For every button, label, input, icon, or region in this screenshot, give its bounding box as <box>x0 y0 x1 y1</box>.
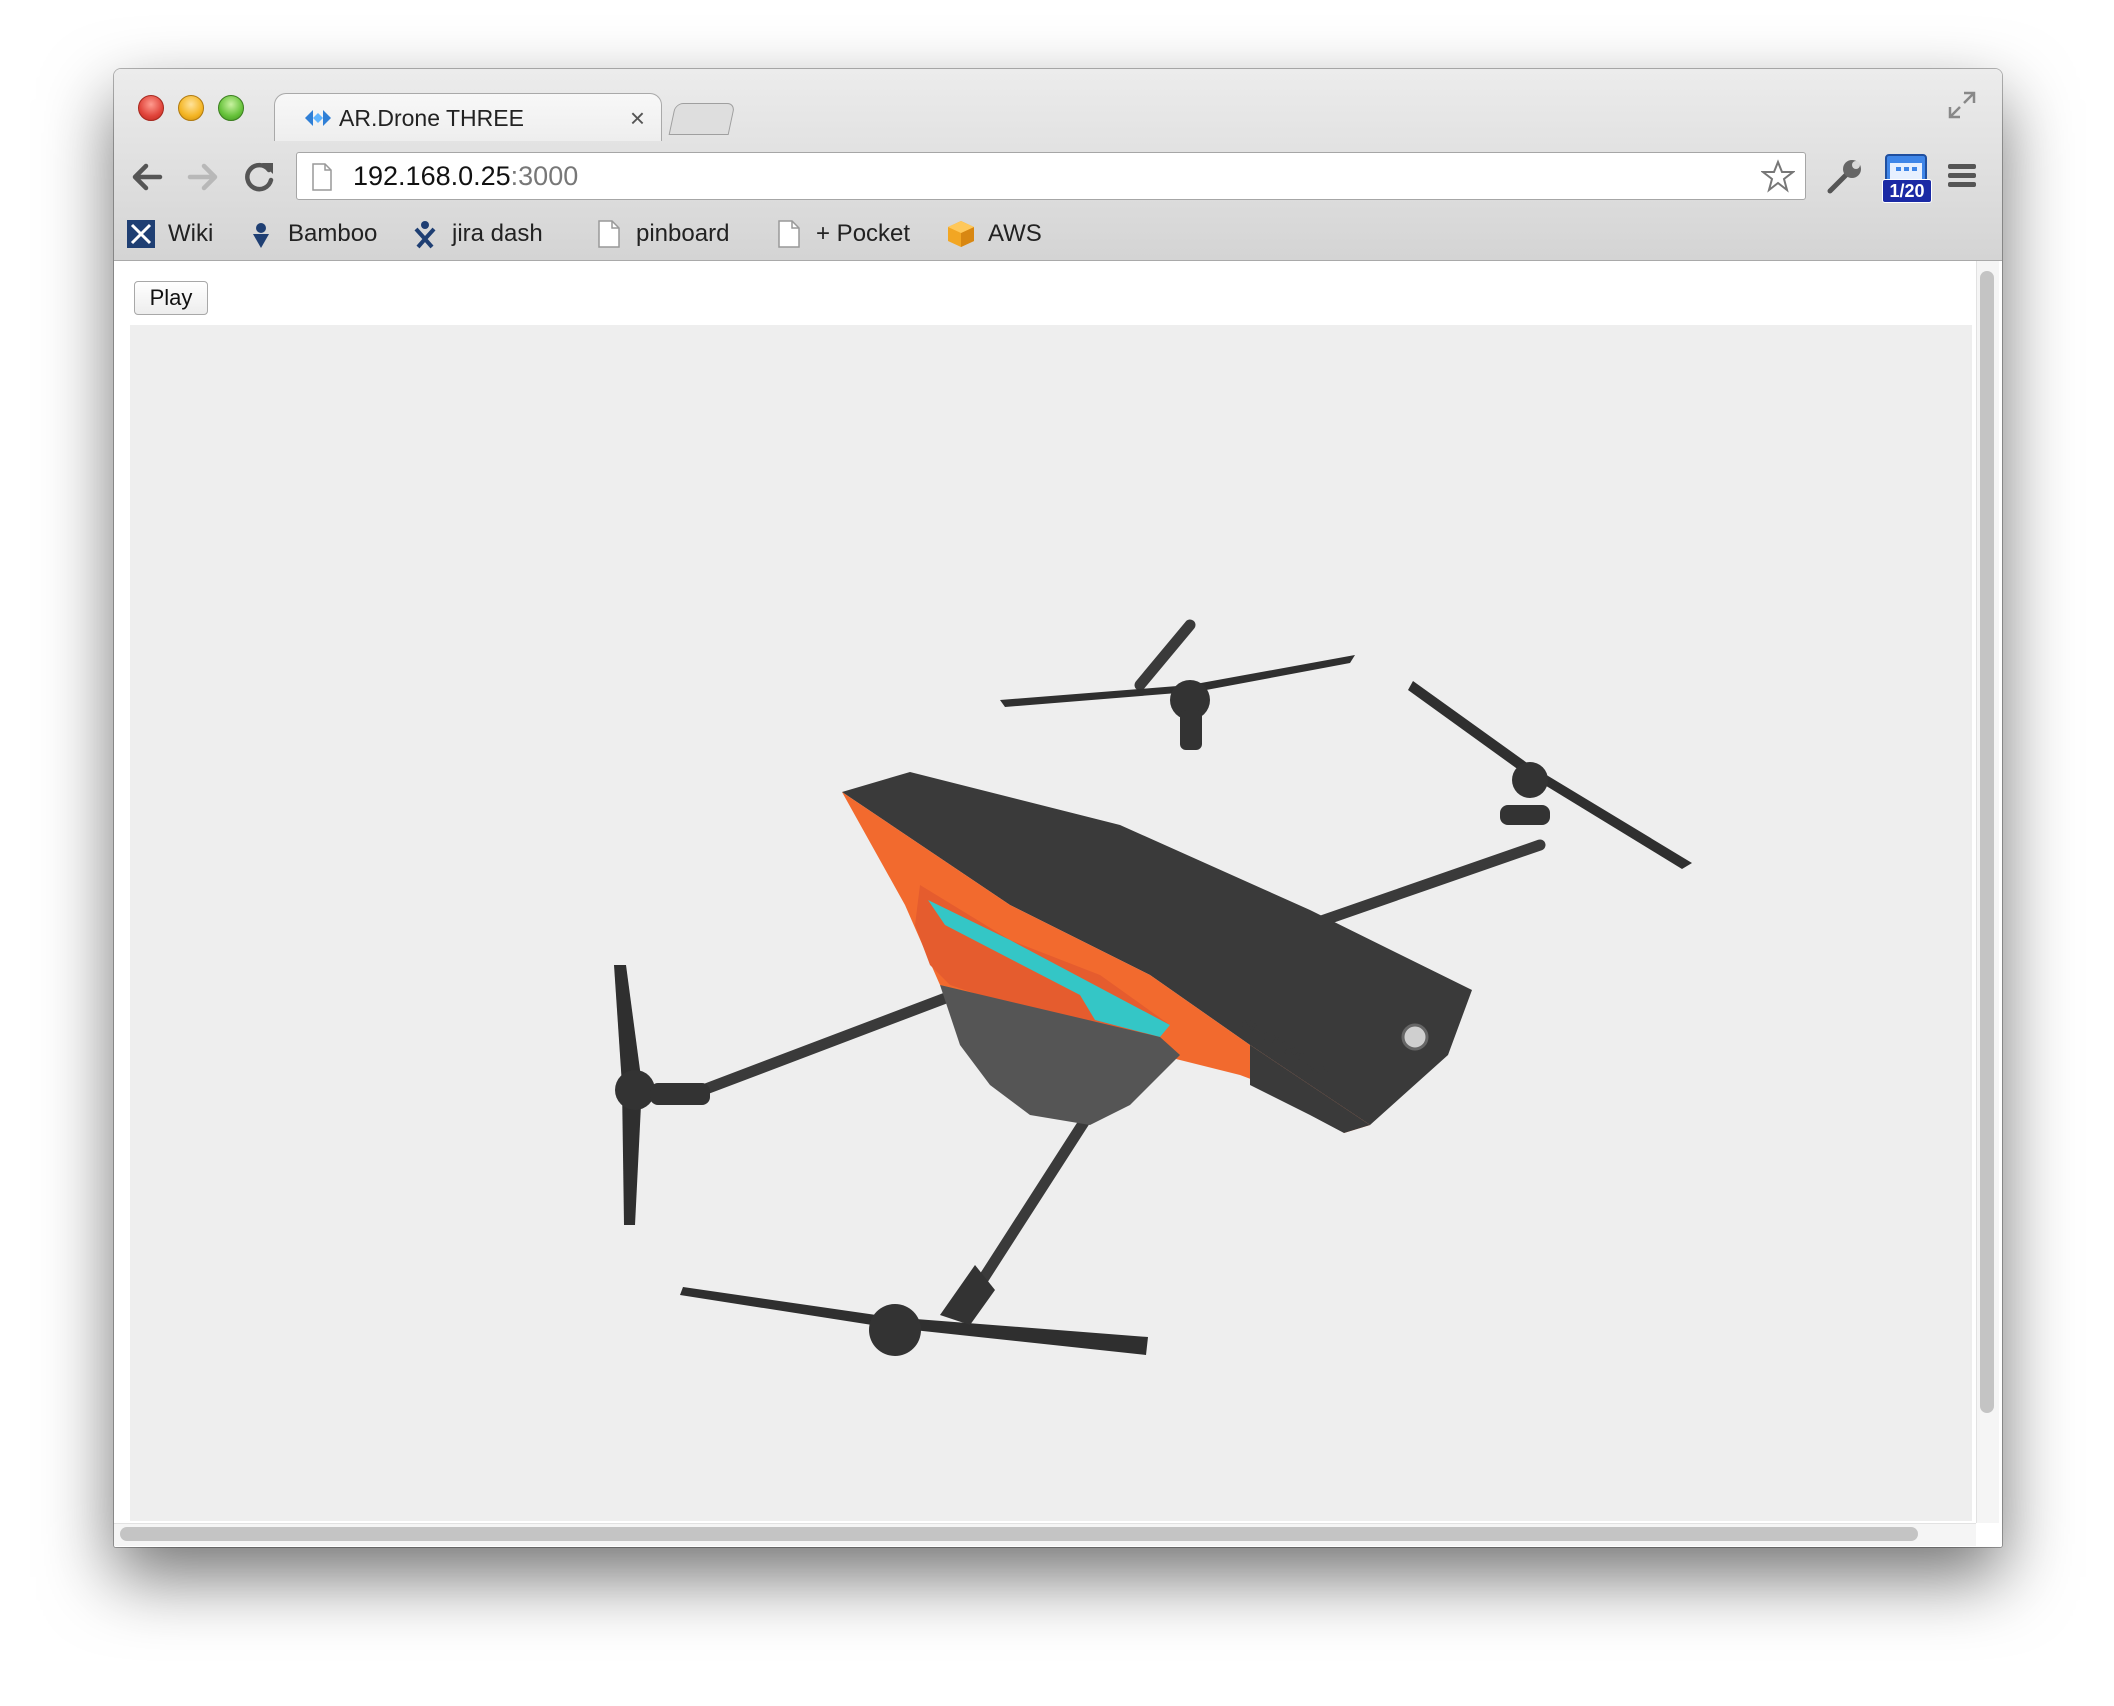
active-tab[interactable]: AR.Drone THREE × <box>274 93 662 141</box>
three-js-icon <box>305 110 331 126</box>
bookmark-label: + Pocket <box>816 220 911 247</box>
ar-drone-model: ar drone 2.0 <box>614 619 1692 1356</box>
page-content: Play ar drone 2.0 <box>114 261 2002 1547</box>
bamboo-icon <box>253 223 269 248</box>
wrench-icon[interactable] <box>1824 155 1866 197</box>
tab-close-icon[interactable]: × <box>630 103 645 134</box>
back-arrow-icon[interactable] <box>128 157 166 197</box>
tab-title: AR.Drone THREE <box>339 105 524 131</box>
vertical-scrollbar-thumb[interactable] <box>1980 271 1994 1413</box>
bookmark-label: jira dash <box>452 220 543 247</box>
browser-chrome: AR.Drone THREE × 192.168.0.25:3000 1/20 … <box>114 69 2002 261</box>
menu-icon[interactable] <box>1946 161 1978 191</box>
propeller-top <box>1000 655 1355 750</box>
address-bar[interactable]: 192.168.0.25:3000 <box>296 152 1806 200</box>
propeller-left <box>614 965 710 1225</box>
play-button[interactable]: Play <box>134 281 208 315</box>
bookmark-label: Bamboo <box>288 220 378 247</box>
bookmark-label: pinboard <box>636 220 730 247</box>
bookmark-label: AWS <box>988 220 1042 247</box>
jira-icon <box>414 221 436 249</box>
propeller-right <box>1408 681 1692 869</box>
bookmark-label: Wiki <box>168 220 214 247</box>
reload-icon[interactable] <box>240 157 278 197</box>
extension-badge: 1/20 <box>1882 179 1932 203</box>
minimize-window-button[interactable] <box>178 95 204 121</box>
fullscreen-icon[interactable] <box>1946 89 1978 121</box>
extension-button[interactable]: 1/20 <box>1880 151 1932 203</box>
close-window-button[interactable] <box>138 95 164 121</box>
propeller-bottom <box>680 1265 1148 1356</box>
url-host: 192.168.0.25 <box>353 161 511 191</box>
horizontal-scrollbar-thumb[interactable] <box>120 1527 1918 1541</box>
page-icon <box>598 220 620 248</box>
page-icon <box>312 163 332 191</box>
new-tab-button[interactable] <box>668 103 736 135</box>
zoom-window-button[interactable] <box>218 95 244 121</box>
bookmark-star-icon[interactable] <box>1761 159 1795 193</box>
drone-body <box>842 772 1472 1133</box>
forward-arrow-icon[interactable] <box>184 157 222 197</box>
webgl-canvas[interactable]: ar drone 2.0 <box>130 325 1972 1521</box>
url-text[interactable]: 192.168.0.25:3000 <box>353 161 578 192</box>
page-icon <box>778 220 800 248</box>
browser-window: AR.Drone THREE × 192.168.0.25:3000 1/20 … <box>114 69 2002 1547</box>
aws-box-icon <box>948 221 974 247</box>
confluence-icon <box>127 220 155 248</box>
url-port: :3000 <box>510 161 579 191</box>
